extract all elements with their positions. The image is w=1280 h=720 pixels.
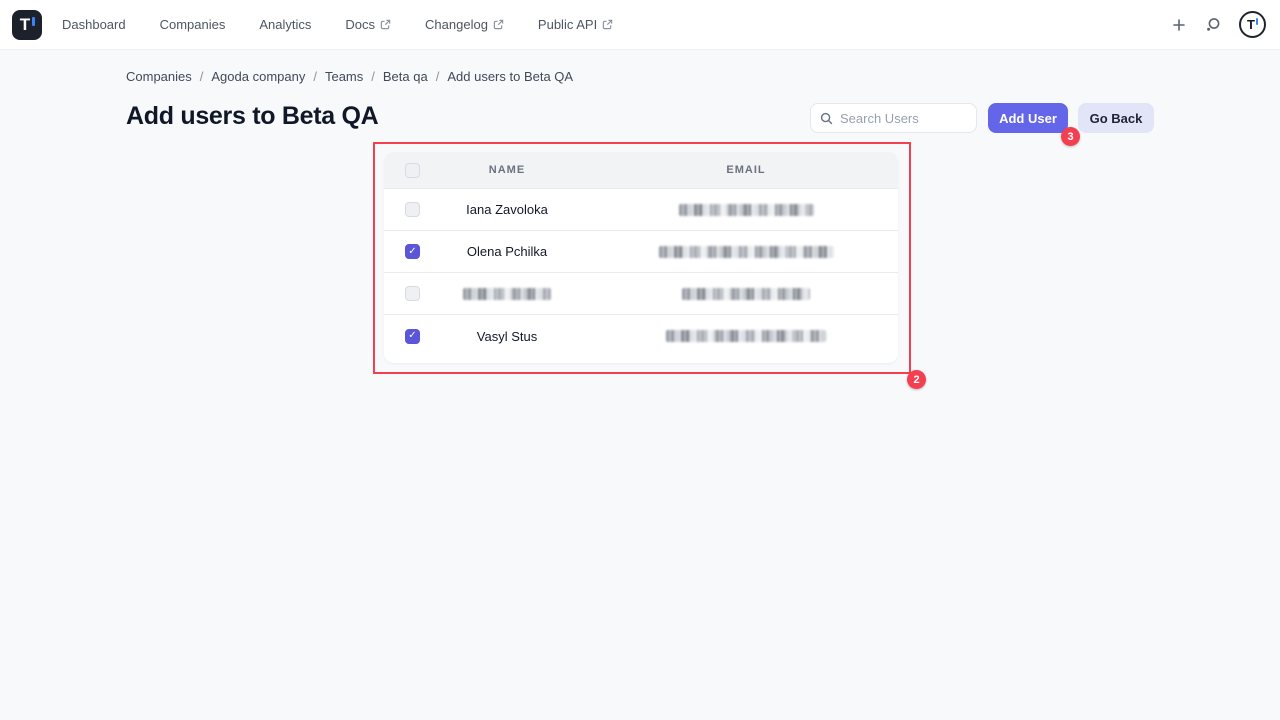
avatar-accent-mark [1256,18,1258,25]
annotation-step-badge: 3 [1061,127,1080,146]
add-user-button[interactable]: Add User [988,103,1068,133]
user-name: Vasyl Stus [477,329,537,344]
row-checkbox[interactable] [405,202,420,217]
table-header-row: NAME EMAIL [384,152,898,189]
app-window: T Dashboard Companies Analytics Docs Cha… [0,0,1280,720]
user-avatar[interactable]: T [1239,11,1266,38]
breadcrumb-companies[interactable]: Companies [126,69,192,84]
go-back-button[interactable]: Go Back [1078,103,1154,133]
nav-label: Dashboard [62,17,126,32]
row-checkbox[interactable] [405,329,420,344]
table-row: Vasyl Stus [384,315,898,357]
external-link-icon [493,19,504,30]
quick-search-icon[interactable] [1204,16,1222,34]
nav-item-dashboard[interactable]: Dashboard [62,17,126,32]
redacted-email [679,204,814,216]
user-name: Iana Zavoloka [466,202,548,217]
table-row: Iana Zavoloka [384,189,898,231]
nav-label: Changelog [425,17,488,32]
row-checkbox[interactable] [405,286,420,301]
table-row [384,273,898,315]
nav-item-docs[interactable]: Docs [345,17,391,32]
redacted-email [682,288,810,300]
redacted-name [463,288,551,300]
search-users-box[interactable] [810,103,977,133]
redacted-email [659,246,834,258]
breadcrumb-current-page: Add users to Beta QA [447,69,573,84]
table-row: Olena Pchilka [384,231,898,273]
topbar-actions: T [1171,11,1266,38]
nav-item-analytics[interactable]: Analytics [259,17,311,32]
redacted-email [666,330,826,342]
breadcrumb-separator: / [436,69,440,84]
breadcrumb-beta-qa[interactable]: Beta qa [383,69,428,84]
external-link-icon [380,19,391,30]
breadcrumb-separator: / [200,69,204,84]
breadcrumb: Companies / Agoda company / Teams / Beta… [126,69,573,84]
nav-item-public-api[interactable]: Public API [538,17,613,32]
breadcrumb-separator: / [371,69,375,84]
avatar-letter: T [1247,18,1255,31]
user-name: Olena Pchilka [467,244,547,259]
app-logo[interactable]: T [12,10,42,40]
column-header-name: NAME [420,164,594,176]
top-navigation-bar: T Dashboard Companies Analytics Docs Cha… [0,0,1280,50]
logo-accent-mark [32,17,35,26]
nav-item-changelog[interactable]: Changelog [425,17,504,32]
nav-label: Companies [160,17,226,32]
breadcrumb-agoda-company[interactable]: Agoda company [211,69,305,84]
external-link-icon [602,19,613,30]
column-header-email: EMAIL [594,164,898,176]
nav-label: Docs [345,17,375,32]
page-title: Add users to Beta QA [126,102,378,131]
row-checkbox[interactable] [405,244,420,259]
breadcrumb-teams[interactable]: Teams [325,69,363,84]
annotation-step-badge: 2 [907,370,926,389]
primary-nav: Dashboard Companies Analytics Docs Chang… [62,17,613,32]
add-icon[interactable] [1171,17,1187,33]
users-table: NAME EMAIL Iana Zavoloka Olena Pchilka [384,152,898,363]
logo-letter: T [20,16,30,33]
breadcrumb-separator: / [313,69,317,84]
select-all-checkbox[interactable] [405,163,420,178]
search-icon [820,112,833,125]
nav-item-companies[interactable]: Companies [160,17,226,32]
nav-label: Analytics [259,17,311,32]
nav-label: Public API [538,17,597,32]
search-users-input[interactable] [840,111,967,126]
